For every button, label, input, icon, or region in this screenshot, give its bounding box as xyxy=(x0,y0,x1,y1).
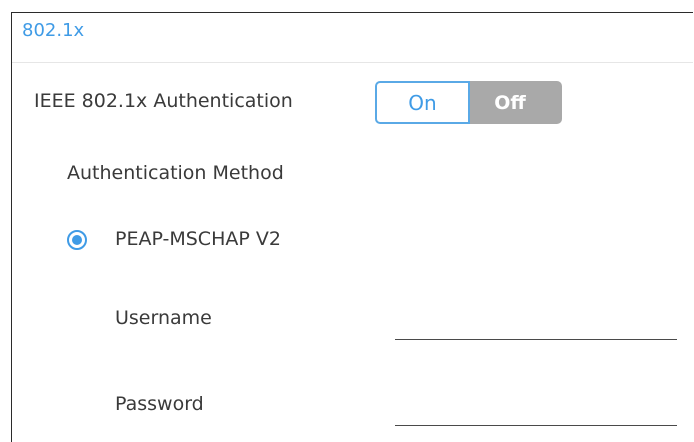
radio-selected-dot xyxy=(72,235,82,245)
auth-toggle: On Off xyxy=(375,81,564,124)
password-label: Password xyxy=(115,393,204,415)
auth-method-heading: Authentication Method xyxy=(67,162,284,184)
auth-toggle-label: IEEE 802.1x Authentication xyxy=(34,90,293,112)
toggle-off-button[interactable]: Off xyxy=(468,81,562,124)
section-title: 802.1x xyxy=(22,20,85,41)
peap-mschap-radio[interactable] xyxy=(67,230,87,250)
peap-mschap-label: PEAP-MSCHAP V2 xyxy=(115,228,281,250)
settings-panel xyxy=(11,12,693,442)
username-input[interactable] xyxy=(395,314,677,340)
username-label: Username xyxy=(115,307,212,329)
password-input[interactable] xyxy=(395,400,677,426)
section-divider xyxy=(12,62,693,63)
toggle-on-button[interactable]: On xyxy=(375,81,470,124)
